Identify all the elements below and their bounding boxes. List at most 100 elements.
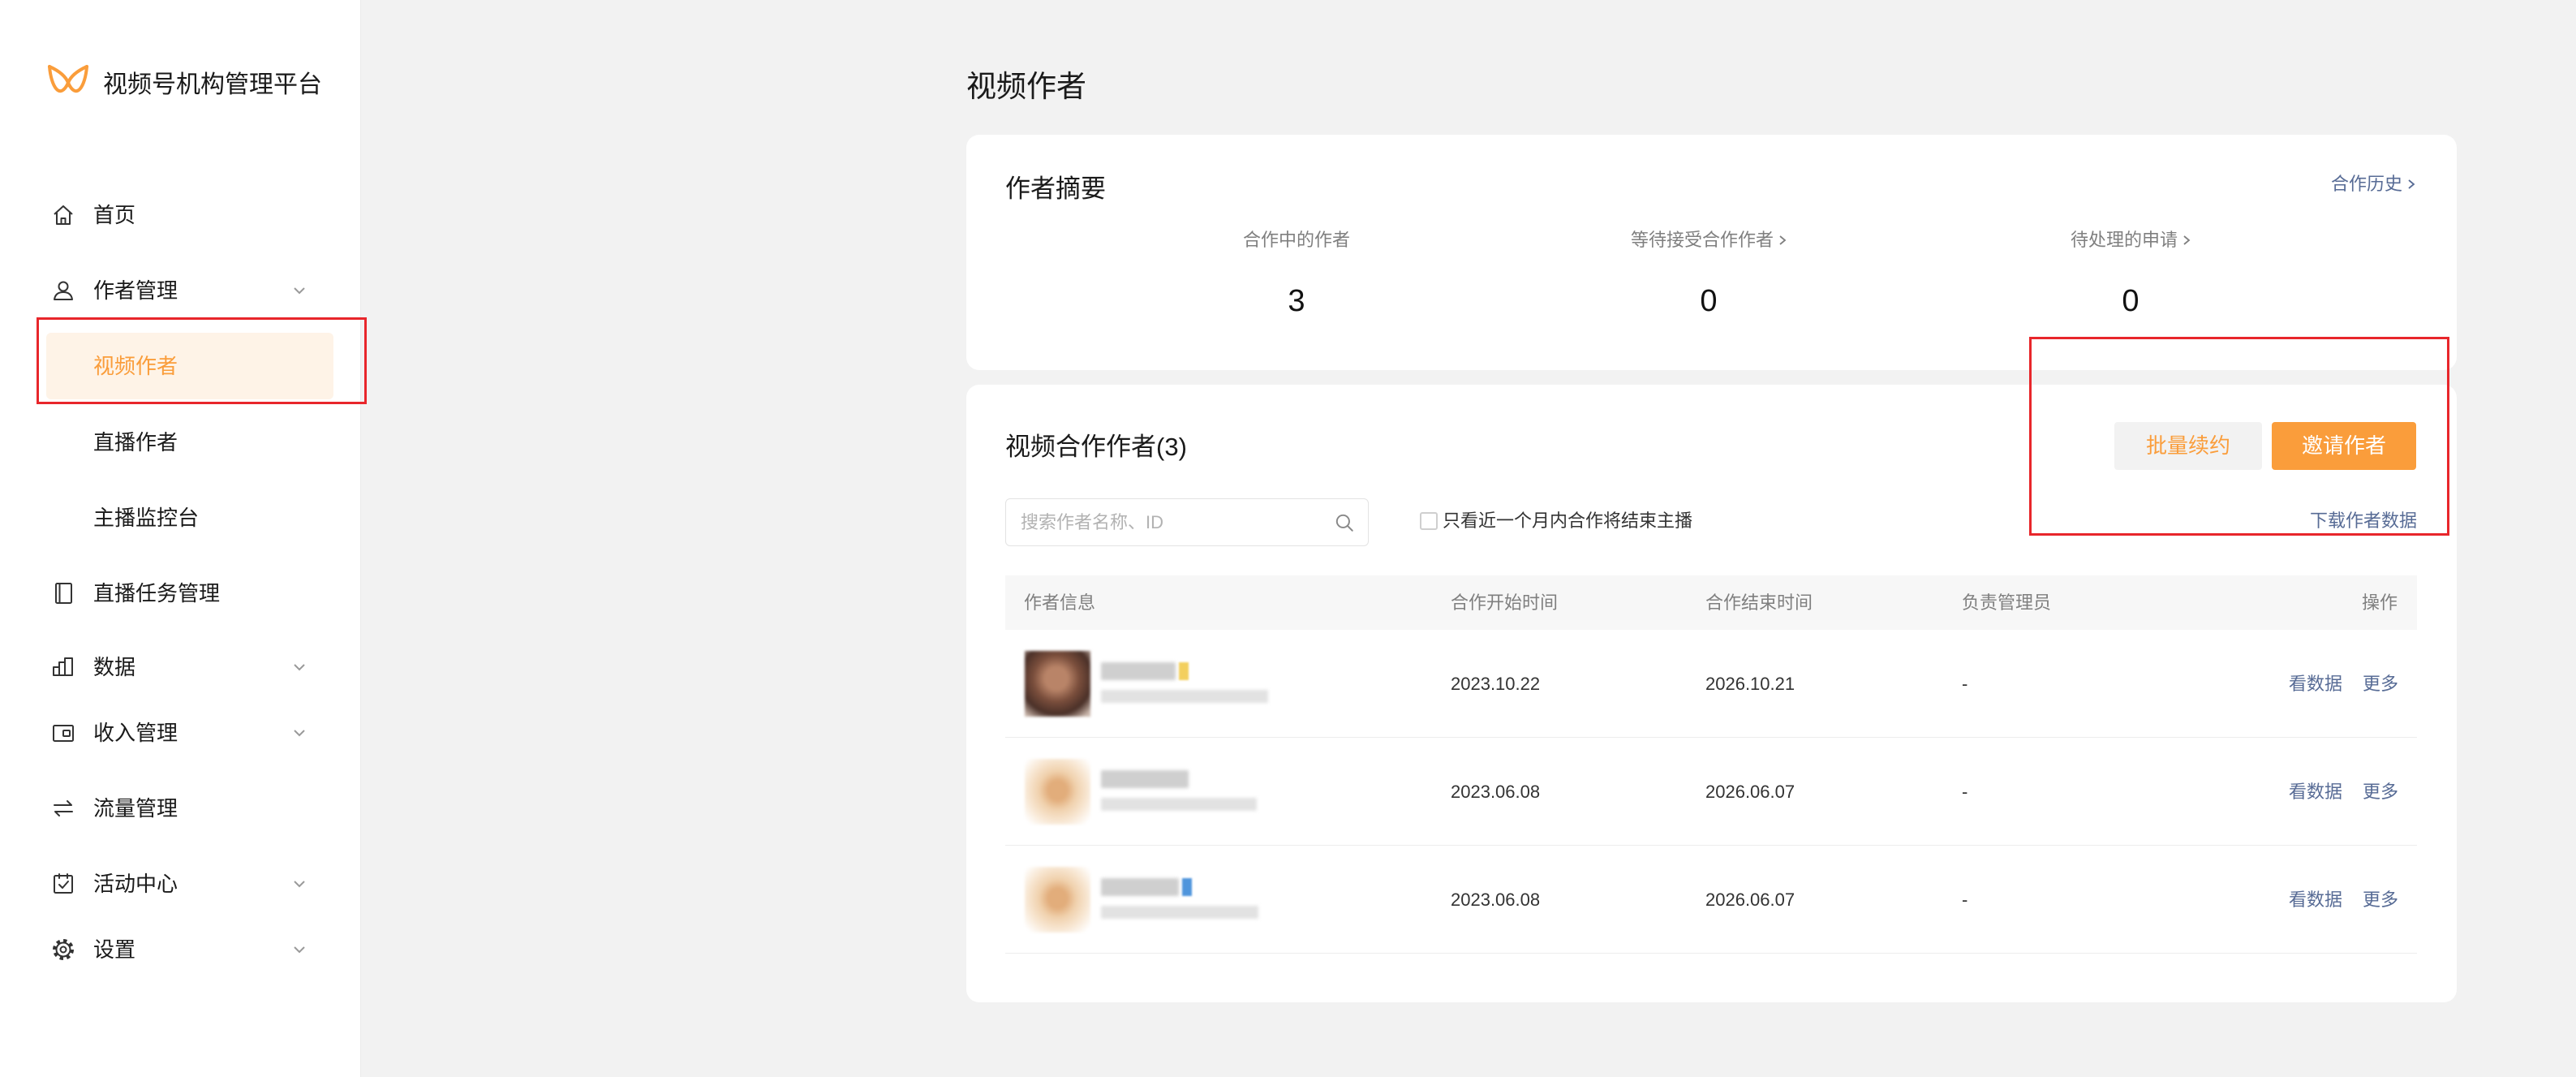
start-date: 2023.10.22 — [1451, 674, 1541, 694]
table-row: 2023.06.08 2026.06.07 - 看数据 更多 — [1005, 846, 2417, 954]
sidebar-item-label: 数据 — [93, 655, 136, 679]
partners-title: 视频合作作者(3) — [1005, 433, 1187, 461]
avatar — [1025, 867, 1090, 933]
sidebar-item-label: 直播任务管理 — [93, 581, 221, 605]
start-date: 2023.06.08 — [1451, 782, 1541, 802]
sidebar-item-video-authors[interactable]: 视频作者 — [46, 333, 333, 399]
author-name-redacted — [1101, 662, 1176, 680]
sidebar-item-label: 主播监控台 — [93, 506, 200, 530]
search-icon[interactable] — [1334, 512, 1355, 533]
avatar — [1025, 651, 1090, 717]
column-header: 负责管理员 — [1962, 592, 2052, 613]
table-header: 作者信息 合作开始时间 合作结束时间 负责管理员 操作 — [1005, 575, 2417, 630]
more-link[interactable]: 更多 — [2363, 738, 2398, 846]
sidebar-item-income-management[interactable]: 收入管理 — [46, 700, 333, 766]
chevron-right-icon — [2408, 179, 2415, 189]
column-header: 操作 — [2361, 592, 2398, 613]
author-id-redacted — [1101, 690, 1268, 703]
sidebar-item-live-authors[interactable]: 直播作者 — [46, 409, 333, 476]
search-input[interactable] — [1006, 499, 1322, 545]
sidebar-item-traffic-management[interactable]: 流量管理 — [46, 775, 333, 842]
view-data-link[interactable]: 看数据 — [2289, 630, 2342, 738]
partners-table: 作者信息 合作开始时间 合作结束时间 负责管理员 操作 2023.10.22 2… — [1005, 575, 2417, 954]
stat-label-text: 合作中的作者 — [1242, 230, 1350, 250]
column-header: 作者信息 — [1024, 592, 1096, 613]
manager: - — [1962, 890, 1968, 910]
ending-soon-checkbox[interactable] — [1420, 512, 1438, 530]
sidebar-item-home[interactable]: 首页 — [46, 182, 333, 248]
author-summary-card: 作者摘要 合作历史 合作中的作者 3 等待接受合作作者 0 待处理的申请 0 — [966, 135, 2457, 370]
chevron-right-icon — [1779, 235, 1787, 245]
chevron-down-icon — [291, 941, 307, 958]
end-date: 2026.10.21 — [1705, 674, 1795, 694]
invite-author-button[interactable]: 邀请作者 — [2272, 422, 2416, 470]
user-icon — [51, 278, 75, 303]
table-row: 2023.06.08 2026.06.07 - 看数据 更多 — [1005, 738, 2417, 846]
author-id-redacted — [1101, 906, 1258, 919]
chevron-right-icon — [2183, 235, 2191, 245]
manager: - — [1962, 782, 1968, 802]
summary-title: 作者摘要 — [1005, 174, 1106, 203]
author-id-redacted — [1101, 798, 1257, 811]
sidebar-item-label: 直播作者 — [93, 430, 178, 454]
ending-soon-filter-label[interactable]: 只看近一个月内合作将结束主播 — [1443, 505, 1692, 537]
swap-arrows-icon — [51, 796, 75, 821]
sidebar-item-label: 流量管理 — [93, 796, 178, 821]
chevron-down-icon — [291, 282, 307, 299]
author-badge-redacted — [1182, 878, 1192, 896]
video-partners-card: 视频合作作者(3) 批量续约 邀请作者 只看近一个月内合作将结束主播 下载作者数… — [966, 385, 2457, 1002]
sidebar: 视频号机构管理平台 首页 作者管理 视频作者 直播作者 主播监控台 直播任务管理 — [0, 0, 361, 1077]
end-date: 2026.06.07 — [1705, 782, 1795, 802]
stat-label-text: 等待接受合作作者 — [1630, 230, 1774, 250]
stat-value: 0 — [2122, 284, 2139, 318]
stat-label[interactable]: 待处理的申请 — [1968, 229, 2293, 252]
more-link[interactable]: 更多 — [2363, 630, 2398, 738]
search-box — [1005, 498, 1369, 546]
calendar-check-icon — [51, 872, 75, 896]
home-icon — [51, 203, 75, 227]
sidebar-item-streamer-monitor[interactable]: 主播监控台 — [46, 485, 333, 551]
sidebar-item-activity-center[interactable]: 活动中心 — [46, 851, 333, 917]
book-icon — [51, 581, 75, 605]
table-row: 2023.10.22 2026.10.21 - 看数据 更多 — [1005, 630, 2417, 738]
butterfly-logo-icon — [46, 62, 90, 102]
page-title: 视频作者 — [966, 70, 1086, 103]
sidebar-item-label: 活动中心 — [93, 872, 178, 896]
sidebar-item-live-task-management[interactable]: 直播任务管理 — [46, 560, 333, 627]
stat-label-text: 待处理的申请 — [2070, 230, 2178, 250]
more-link[interactable]: 更多 — [2363, 846, 2398, 954]
stat-value: 3 — [1288, 284, 1305, 318]
wallet-icon — [51, 721, 75, 745]
cooperation-history-link[interactable]: 合作历史 — [2331, 171, 2415, 197]
download-author-data-link[interactable]: 下载作者数据 — [2310, 505, 2417, 537]
stat-label: 合作中的作者 — [1134, 229, 1459, 252]
sidebar-item-label: 首页 — [93, 203, 136, 227]
view-data-link[interactable]: 看数据 — [2289, 846, 2342, 954]
view-data-link[interactable]: 看数据 — [2289, 738, 2342, 846]
start-date: 2023.06.08 — [1451, 890, 1541, 910]
app-title: 视频号机构管理平台 — [103, 71, 322, 98]
author-badge-redacted — [1179, 662, 1189, 680]
stat-value: 0 — [1700, 284, 1718, 318]
batch-renew-button[interactable]: 批量续约 — [2114, 422, 2262, 470]
bar-chart-icon — [51, 655, 75, 679]
sidebar-item-label: 作者管理 — [93, 278, 178, 303]
column-header: 合作结束时间 — [1705, 592, 1813, 613]
end-date: 2026.06.07 — [1705, 890, 1795, 910]
sidebar-item-label: 收入管理 — [93, 721, 178, 745]
column-header: 合作开始时间 — [1451, 592, 1559, 613]
chevron-down-icon — [291, 659, 307, 675]
sidebar-item-label: 设置 — [93, 937, 136, 962]
manager: - — [1962, 674, 1968, 694]
chevron-down-icon — [291, 876, 307, 892]
sidebar-item-data[interactable]: 数据 — [46, 634, 333, 700]
stat-label[interactable]: 等待接受合作作者 — [1546, 229, 1871, 252]
history-link-label: 合作历史 — [2330, 174, 2402, 194]
author-name-redacted — [1101, 878, 1179, 896]
avatar — [1025, 759, 1090, 825]
author-name-redacted — [1101, 770, 1189, 788]
gear-icon — [51, 937, 75, 962]
chevron-down-icon — [291, 725, 307, 741]
sidebar-item-author-management[interactable]: 作者管理 — [46, 257, 333, 324]
sidebar-item-settings[interactable]: 设置 — [46, 916, 333, 983]
